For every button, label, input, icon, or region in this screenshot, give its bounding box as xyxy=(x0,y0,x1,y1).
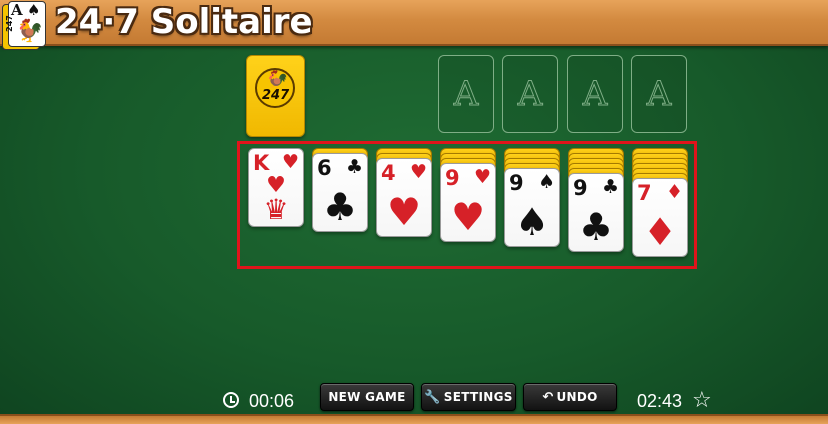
new-game-label: NEW GAME xyxy=(328,390,406,404)
best-time: 02:43 xyxy=(637,391,683,411)
logo-suit-icon: ♠ xyxy=(27,1,41,19)
heart-icon: ♥ xyxy=(473,166,491,188)
undo-button[interactable]: ↶ UNDO xyxy=(523,383,617,411)
foundation-label: A xyxy=(517,74,543,115)
card-rank: 9 xyxy=(573,176,588,200)
spade-icon: ♠ xyxy=(514,200,550,244)
logo-rank: A xyxy=(11,1,23,19)
tableau-card[interactable]: 6 ♣ ♣ xyxy=(312,153,368,232)
card-rank: 4 xyxy=(381,161,396,185)
settings-label: SETTINGS xyxy=(443,390,513,404)
heart-icon: ♥ xyxy=(450,195,486,239)
tableau-card[interactable]: 7 ♦ ♦ xyxy=(632,178,688,257)
undo-icon: ↶ xyxy=(542,390,554,405)
footer-wood-strip xyxy=(0,414,828,424)
logo-icon: 247 A ♠ 🐓 xyxy=(2,1,48,50)
card-rank: 9 xyxy=(445,166,460,190)
elapsed-time: 00:06 xyxy=(249,391,295,411)
club-icon: ♣ xyxy=(601,176,619,198)
foundation-label: A xyxy=(582,74,608,115)
tableau-card[interactable]: K ♥ ♥ ♛ xyxy=(248,148,304,227)
foundation-label: A xyxy=(453,74,479,115)
card-rank: 7 xyxy=(637,181,652,205)
card-rank: 6 xyxy=(317,156,332,180)
stock-emblem-text: 247 xyxy=(262,88,290,103)
tableau-card[interactable]: 4 ♥ ♥ xyxy=(376,158,432,237)
foundation-label: A xyxy=(646,74,672,115)
foundation-1[interactable]: A xyxy=(438,55,494,133)
header-bar: 247 A ♠ 🐓 24·7 Solitaire xyxy=(0,0,828,50)
app-title: 24·7 Solitaire xyxy=(55,2,313,42)
club-icon: ♣ xyxy=(578,205,614,249)
tableau-card[interactable]: 9 ♠ ♠ xyxy=(504,168,560,247)
diamond-icon: ♦ xyxy=(642,210,678,254)
tableau-card[interactable]: 9 ♣ ♣ xyxy=(568,173,624,252)
club-icon: ♣ xyxy=(322,185,358,229)
foundation-3[interactable]: A xyxy=(567,55,623,133)
wrench-icon: 🔧 xyxy=(424,390,441,405)
clock-icon xyxy=(223,392,239,408)
star-icon[interactable]: ☆ xyxy=(692,388,712,413)
stock-emblem-icon: 🐓 247 xyxy=(255,68,295,108)
crown-icon: ♛ xyxy=(263,193,289,226)
diamond-icon: ♦ xyxy=(665,181,683,203)
heart-icon: ♥ xyxy=(409,161,427,183)
settings-button[interactable]: 🔧 SETTINGS xyxy=(421,383,516,411)
new-game-button[interactable]: NEW GAME xyxy=(320,383,414,411)
club-icon: ♣ xyxy=(345,156,363,178)
heart-icon: ♥ xyxy=(281,151,299,173)
stock-pile[interactable]: 🐓 247 xyxy=(246,55,305,137)
tableau-card[interactable]: 9 ♥ ♥ xyxy=(440,163,496,242)
foundation-4[interactable]: A xyxy=(631,55,687,133)
spade-icon: ♠ xyxy=(537,171,555,193)
heart-icon: ♥ xyxy=(386,190,422,234)
card-rank: 9 xyxy=(509,171,524,195)
foundation-2[interactable]: A xyxy=(502,55,558,133)
card-rank: K xyxy=(253,151,270,175)
rooster-icon: 🐓 xyxy=(16,19,44,44)
undo-label: UNDO xyxy=(556,390,598,404)
